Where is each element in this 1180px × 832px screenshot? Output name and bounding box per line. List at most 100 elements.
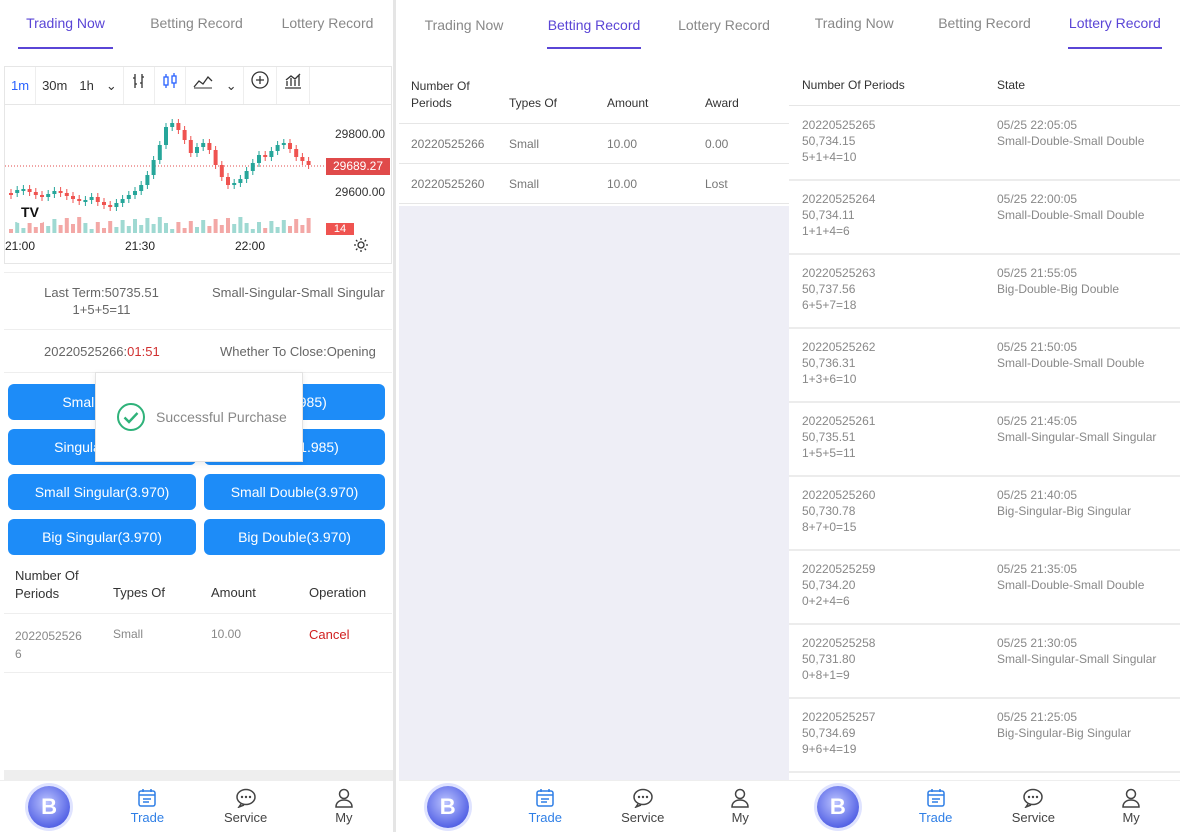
- tab-trading-now[interactable]: Trading Now: [789, 0, 919, 52]
- list-item: 20220525257 50,734.69 9+6+4=19 05/25 21:25:…: [789, 699, 1180, 773]
- last-term-row: Last Term:50735.51 1+5+5=11 Small-Singul…: [4, 272, 392, 330]
- lottery-value: 50,737.56: [802, 282, 856, 296]
- nav-service[interactable]: Service: [594, 781, 692, 832]
- bottom-nav: B Trade Service My: [789, 780, 1180, 832]
- lottery-record-panel: Trading Now Betting Record Lottery Recor…: [789, 0, 1180, 832]
- volume-bar: [170, 229, 175, 233]
- nav-home-logo[interactable]: B: [399, 781, 497, 832]
- nav-service-label: Service: [1011, 810, 1056, 825]
- user-icon: [335, 788, 353, 808]
- chat-bubble-icon: [235, 788, 256, 808]
- candle: [33, 192, 38, 195]
- chart-type-icon[interactable]: [277, 66, 310, 105]
- list-item: 20220525259 50,734.20 0+2+4=6 05/25 21:35:0…: [789, 551, 1180, 625]
- price-label-low: 29600.00: [335, 185, 386, 199]
- interval-1m[interactable]: 1m: [5, 66, 37, 105]
- volume-bar: [120, 220, 125, 233]
- user-icon: [731, 788, 750, 808]
- lottery-period-block: 20220525261 50,735.51 1+5+5=11: [802, 413, 875, 461]
- tab-bar: Trading Now Betting Record Lottery Recor…: [0, 0, 393, 52]
- bet-small-singular-button[interactable]: Small Singular(3.970): [8, 474, 196, 510]
- nav-home-logo[interactable]: B: [789, 781, 887, 832]
- nav-trade[interactable]: Trade: [887, 781, 985, 832]
- lottery-time: 05/25 21:45:05: [997, 414, 1078, 428]
- nav-trade[interactable]: Trade: [497, 781, 595, 832]
- chevron-down-icon[interactable]: ⌄: [100, 66, 124, 105]
- order-amount: 10.00: [211, 627, 242, 641]
- candle: [126, 195, 131, 199]
- nav-my[interactable]: My: [295, 781, 393, 832]
- last-term-formula: 1+5+5=11: [72, 302, 131, 317]
- bet-big-double-button[interactable]: Big Double(3.970): [204, 519, 385, 555]
- cancel-link[interactable]: Cancel: [309, 627, 349, 642]
- nav-service[interactable]: Service: [197, 781, 295, 832]
- bet-small-double-button[interactable]: Small Double(3.970): [204, 474, 385, 510]
- nav-trade[interactable]: Trade: [98, 781, 196, 832]
- bottom-nav: B Trade Service My: [0, 780, 393, 832]
- volume-bar: [157, 217, 162, 233]
- lottery-value: 50,734.11: [802, 208, 855, 222]
- chart-toolbar: 1m 30m 1h ⌄ ⌄: [4, 66, 392, 105]
- price-chart[interactable]: 29800.00 29600.00 29689.27 14 TV 21:00 2…: [4, 104, 392, 264]
- betting-table-header: Number Of Periods Types Of Amount Award: [399, 70, 789, 124]
- tab-betting-record[interactable]: Betting Record: [131, 0, 262, 52]
- bet-big-singular-button[interactable]: Big Singular(3.970): [8, 519, 196, 555]
- tab-betting-record[interactable]: Betting Record: [919, 0, 1049, 52]
- lottery-state: Big-Double-Big Double: [997, 282, 1120, 296]
- tab-trading-now[interactable]: Trading Now: [399, 0, 529, 52]
- trade-icon: [138, 789, 157, 807]
- col-state: State: [997, 78, 1026, 92]
- lottery-value: 50,734.15: [802, 134, 856, 148]
- nav-home-logo[interactable]: B: [0, 781, 98, 832]
- nav-trade-label: Trade: [918, 810, 953, 825]
- lottery-state: Small-Singular-Small Singular: [997, 652, 1157, 666]
- nav-service-label: Service: [223, 810, 268, 825]
- lottery-formula: 1+3+6=10: [802, 372, 857, 386]
- volume-bar: [257, 222, 261, 233]
- nav-service-label: Service: [621, 810, 665, 825]
- candle: [120, 199, 125, 203]
- volume-bar: [89, 229, 94, 233]
- candle: [139, 185, 144, 191]
- candle: [15, 190, 20, 193]
- settings-gear-icon[interactable]: [353, 237, 369, 258]
- tab-trading-now[interactable]: Trading Now: [0, 0, 131, 52]
- lottery-period-block: 20220525260 50,730.78 8+7+0=15: [802, 487, 875, 535]
- tab-lottery-record[interactable]: Lottery Record: [659, 0, 789, 52]
- table-row: 20220525260 Small 10.00 Lost: [399, 164, 789, 204]
- indicators-icon[interactable]: [186, 67, 220, 105]
- lottery-table-header: Number Of Periods State: [789, 64, 1180, 106]
- bitcoin-logo-icon: B: [816, 785, 859, 828]
- chevron-down-icon[interactable]: ⌄: [220, 66, 244, 105]
- check-circle-icon: [117, 403, 145, 431]
- lottery-period: 20220525261: [802, 414, 876, 428]
- lottery-value: 50,734.69: [802, 726, 856, 740]
- candle: [188, 140, 193, 153]
- chat-bubble-icon: [633, 788, 653, 808]
- row-period: 20220525260: [411, 177, 485, 191]
- bar-style-icon[interactable]: [124, 66, 155, 105]
- nav-service[interactable]: Service: [985, 781, 1083, 832]
- tab-betting-record[interactable]: Betting Record: [529, 0, 659, 52]
- candle: [114, 203, 119, 207]
- interval-1h[interactable]: 1h: [73, 67, 99, 105]
- nav-my[interactable]: My: [1082, 781, 1180, 832]
- candle: [226, 177, 230, 185]
- nav-my[interactable]: My: [692, 781, 790, 832]
- candle: [300, 157, 305, 161]
- tab-lottery-record[interactable]: Lottery Record: [1050, 0, 1180, 52]
- lottery-formula: 1+5+5=11: [802, 446, 856, 460]
- candles-icon[interactable]: [155, 66, 186, 105]
- tab-lottery-record[interactable]: Lottery Record: [262, 0, 393, 52]
- candle: [306, 161, 311, 165]
- last-term-value: Last Term:50735.51: [44, 285, 159, 300]
- volume-bar: [9, 229, 13, 233]
- col-number-of-periods: Number Of Periods: [802, 78, 905, 92]
- lottery-state: Small-Double-Small Double: [997, 134, 1145, 148]
- candle: [9, 193, 13, 195]
- lottery-formula: 6+5+7=18: [802, 298, 857, 312]
- volume-bar: [269, 221, 274, 233]
- add-compare-icon[interactable]: [244, 66, 277, 105]
- interval-30m[interactable]: 30m: [36, 67, 73, 105]
- volume-bar: [263, 228, 268, 233]
